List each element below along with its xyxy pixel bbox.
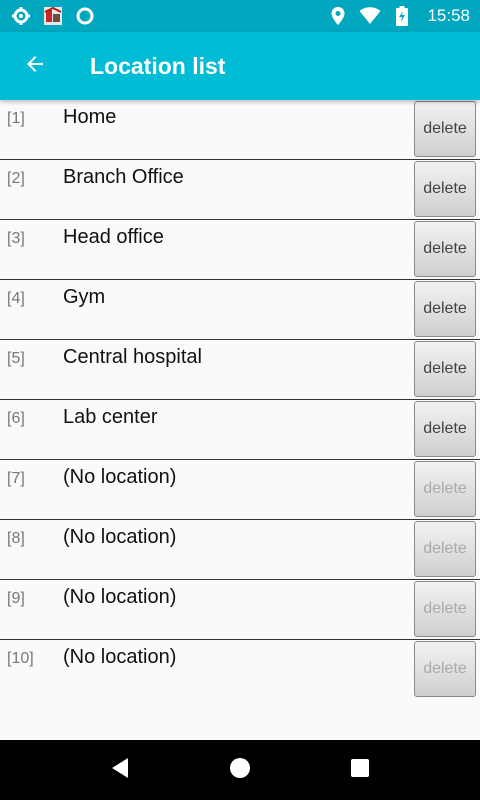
delete-button-disabled: delete	[414, 581, 476, 637]
list-item[interactable]: [3] Head office delete	[0, 220, 480, 280]
recents-square-icon	[350, 758, 370, 783]
delete-button[interactable]: delete	[414, 161, 476, 217]
page-title: Location list	[90, 52, 226, 79]
home-circle-icon	[229, 757, 251, 784]
location-name: Branch Office	[63, 166, 184, 188]
circle-icon	[74, 5, 96, 27]
status-bar: 15:58	[0, 0, 480, 32]
location-index: [3]	[7, 230, 25, 247]
back-triangle-icon	[110, 757, 130, 784]
list-item[interactable]: [8] (No location) delete	[0, 520, 480, 580]
list-item[interactable]: [9] (No location) delete	[0, 580, 480, 640]
nav-recents-button[interactable]	[330, 740, 390, 800]
list-item[interactable]: [1] Home delete	[0, 100, 480, 160]
delete-button[interactable]: delete	[414, 341, 476, 397]
back-button[interactable]	[0, 32, 70, 100]
location-index: [2]	[7, 170, 25, 187]
location-name: (No location)	[63, 466, 177, 488]
location-name: Gym	[63, 286, 106, 308]
delete-button-disabled: delete	[414, 521, 476, 577]
list-item[interactable]: [10] (No location) delete	[0, 640, 480, 700]
list-item[interactable]: [4] Gym delete	[0, 280, 480, 340]
location-name: (No location)	[63, 586, 177, 608]
delete-button[interactable]: delete	[414, 401, 476, 457]
location-name: (No location)	[63, 646, 177, 668]
list-item[interactable]: [6] Lab center delete	[0, 400, 480, 460]
arrow-back-icon	[23, 52, 47, 81]
location-index: [5]	[7, 350, 25, 367]
wifi-icon	[359, 5, 381, 27]
app-notification-icon	[42, 5, 64, 27]
location-name: Lab center	[63, 406, 158, 428]
screen: 15:58 Location list [1] Home delete [2] …	[0, 0, 480, 800]
delete-button[interactable]: delete	[414, 221, 476, 277]
settings-icon	[10, 5, 32, 27]
navigation-bar	[0, 740, 480, 800]
location-index: [10]	[7, 650, 34, 667]
location-index: [4]	[7, 290, 25, 307]
location-index: [6]	[7, 410, 25, 427]
location-index: [8]	[7, 530, 25, 547]
app-bar: Location list	[0, 32, 480, 100]
location-name: Head office	[63, 226, 164, 248]
status-left	[10, 5, 96, 27]
location-index: [1]	[7, 110, 25, 127]
list-item[interactable]: [5] Central hospital delete	[0, 340, 480, 400]
delete-button[interactable]: delete	[414, 101, 476, 157]
list-item[interactable]: [2] Branch Office delete	[0, 160, 480, 220]
delete-button[interactable]: delete	[414, 281, 476, 337]
nav-back-button[interactable]	[90, 740, 150, 800]
battery-charging-icon	[391, 5, 413, 27]
location-name: Home	[63, 106, 117, 128]
status-right: 15:58	[327, 5, 470, 27]
nav-home-button[interactable]	[210, 740, 270, 800]
location-name: Central hospital	[63, 346, 202, 368]
location-index: [7]	[7, 470, 25, 487]
location-name: (No location)	[63, 526, 177, 548]
delete-button-disabled: delete	[414, 461, 476, 517]
location-list: [1] Home delete [2] Branch Office delete…	[0, 100, 480, 700]
status-time: 15:58	[427, 6, 470, 25]
delete-button-disabled: delete	[414, 641, 476, 697]
list-item[interactable]: [7] (No location) delete	[0, 460, 480, 520]
location-icon	[327, 5, 349, 27]
location-index: [9]	[7, 590, 25, 607]
